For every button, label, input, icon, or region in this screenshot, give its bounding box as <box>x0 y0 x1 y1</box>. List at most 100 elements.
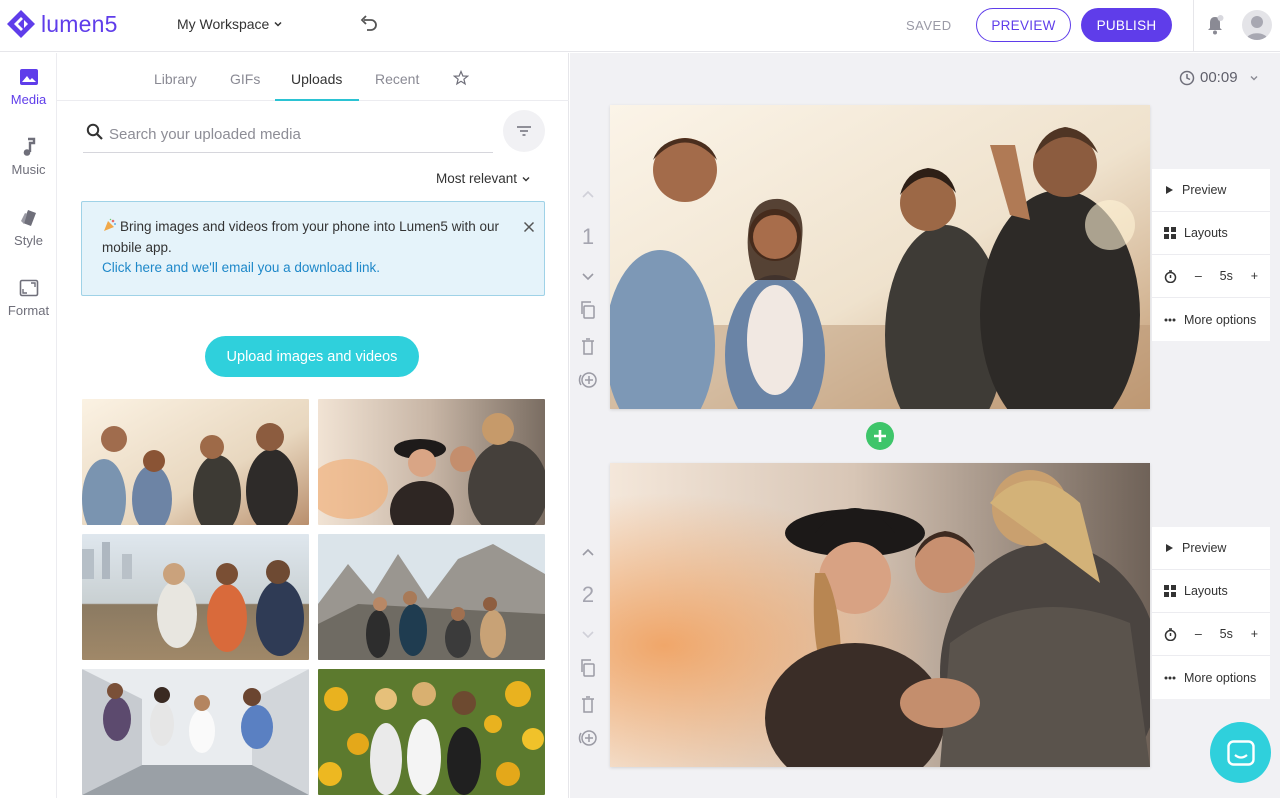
move-down-icon[interactable] <box>577 623 599 645</box>
top-bar: lumen5 My Workspace SAVED PREVIEW PUBLIS… <box>0 0 1280 52</box>
chevron-down-icon <box>522 176 530 181</box>
preview-button[interactable]: PREVIEW <box>976 8 1071 42</box>
scene-1-image <box>610 105 1150 409</box>
photo-image <box>318 399 545 525</box>
rail-label: Media <box>10 92 47 107</box>
rail-item-media[interactable]: Media <box>0 53 57 117</box>
scene-duration-value: 5s <box>1219 269 1233 283</box>
tab-library[interactable]: Library <box>154 71 197 87</box>
rail-label: Format <box>7 303 50 318</box>
tab-gifs[interactable]: GIFs <box>230 71 260 87</box>
stopwatch-icon <box>1164 627 1177 641</box>
add-scene-button[interactable] <box>866 422 894 450</box>
preview-label: Preview <box>1182 541 1227 555</box>
move-up-icon[interactable] <box>577 184 599 206</box>
total-duration: 00:09 <box>1179 69 1259 86</box>
user-avatar[interactable] <box>1242 10 1272 40</box>
media-thumbnail-friends-jumping-hallway[interactable] <box>82 669 309 795</box>
music-note-icon <box>23 137 35 156</box>
lumen5-logo[interactable]: lumen5 <box>6 9 118 39</box>
download-link[interactable]: Click here and we'll email you a downloa… <box>102 258 524 279</box>
scene-more-options-button[interactable]: More options <box>1152 298 1270 341</box>
layouts-icon <box>1164 585 1176 597</box>
increase-duration-button[interactable]: + <box>1251 269 1258 283</box>
palette-icon <box>20 210 36 226</box>
scene-more-options-button[interactable]: More options <box>1152 656 1270 699</box>
clock-icon <box>1179 70 1195 85</box>
scene-layouts-button[interactable]: Layouts <box>1152 212 1270 255</box>
active-tab-indicator <box>275 99 359 101</box>
media-thumbnail-hikers-mountain[interactable] <box>318 534 545 660</box>
media-thumbnail-girls-sunflower-field[interactable] <box>318 669 545 795</box>
more-dots-icon <box>1164 318 1176 321</box>
scene-layouts-button[interactable]: Layouts <box>1152 570 1270 613</box>
duplicate-icon[interactable] <box>577 299 599 321</box>
move-down-icon[interactable] <box>577 265 599 287</box>
rail-item-style[interactable]: Style <box>0 194 57 258</box>
search-icon <box>86 123 103 140</box>
increase-duration-button[interactable]: + <box>1251 627 1258 641</box>
photo-image <box>82 534 309 660</box>
party-popper-icon <box>104 218 116 231</box>
stopwatch-icon <box>1164 269 1177 283</box>
rail-label: Music <box>11 162 46 177</box>
mobile-app-notice: Bring images and videos from your phone … <box>81 201 545 296</box>
search-input[interactable] <box>109 121 479 147</box>
scene-preview-button[interactable]: Preview <box>1152 169 1270 212</box>
chevron-down-icon[interactable] <box>1249 73 1259 83</box>
trash-icon[interactable] <box>577 335 599 357</box>
media-thumbnail-friends-dancing-pier[interactable] <box>82 534 309 660</box>
trash-icon[interactable] <box>577 693 599 715</box>
scene-1-options: Preview Layouts – 5s + More options <box>1152 169 1270 341</box>
duplicate-icon[interactable] <box>577 657 599 679</box>
tab-uploads[interactable]: Uploads <box>291 71 342 87</box>
media-thumbnail-women-hat-bokeh[interactable] <box>318 399 545 525</box>
layouts-label: Layouts <box>1184 226 1228 240</box>
undo-icon[interactable] <box>358 13 380 35</box>
bell-icon[interactable] <box>1205 14 1225 36</box>
chat-launcher-button[interactable] <box>1210 722 1271 783</box>
filter-icon <box>517 126 531 136</box>
upload-button[interactable]: Upload images and videos <box>205 336 419 377</box>
star-icon[interactable] <box>453 70 469 86</box>
photo-image <box>318 534 545 660</box>
scene-2-image <box>610 463 1150 767</box>
more-options-label: More options <box>1184 670 1257 685</box>
photo-image <box>82 399 309 525</box>
scene-duration-stepper: – 5s + <box>1152 255 1270 298</box>
sort-dropdown[interactable]: Most relevant <box>436 171 531 186</box>
scene-1-canvas[interactable] <box>610 105 1150 409</box>
add-circle-icon[interactable] <box>577 369 599 391</box>
move-up-icon[interactable] <box>577 542 599 564</box>
divider <box>1193 0 1194 52</box>
user-icon <box>1246 16 1268 40</box>
play-icon <box>1166 544 1173 552</box>
photo-image <box>82 669 309 795</box>
workspace-label: My Workspace <box>177 16 270 32</box>
tab-recent[interactable]: Recent <box>375 71 419 87</box>
rail-item-music[interactable]: Music <box>0 123 57 187</box>
close-icon[interactable] <box>523 221 535 233</box>
decrease-duration-button[interactable]: – <box>1195 269 1202 283</box>
duration-value: 00:09 <box>1200 69 1238 86</box>
preview-label: Preview <box>1182 183 1227 197</box>
scene-number: 2 <box>581 582 595 607</box>
search-bar <box>83 115 493 153</box>
add-circle-icon[interactable] <box>577 727 599 749</box>
rail-item-format[interactable]: Format <box>0 264 57 328</box>
publish-button[interactable]: PUBLISH <box>1081 8 1172 42</box>
media-thumbnail-friends-laughing-sunset[interactable] <box>82 399 309 525</box>
scene-preview-button[interactable]: Preview <box>1152 527 1270 570</box>
chat-icon <box>1226 739 1255 766</box>
photo-image <box>318 669 545 795</box>
lumen5-logo-icon <box>7 10 35 38</box>
aspect-ratio-icon <box>19 279 38 297</box>
plus-icon <box>874 430 886 442</box>
workspace-selector[interactable]: My Workspace <box>177 16 283 32</box>
decrease-duration-button[interactable]: – <box>1195 627 1202 641</box>
scene-2-options: Preview Layouts – 5s + More options <box>1152 527 1270 699</box>
rail-label: Style <box>14 233 43 248</box>
filter-button[interactable] <box>503 110 545 152</box>
scene-2-canvas[interactable] <box>610 463 1150 767</box>
scene-duration-value: 5s <box>1219 627 1233 641</box>
